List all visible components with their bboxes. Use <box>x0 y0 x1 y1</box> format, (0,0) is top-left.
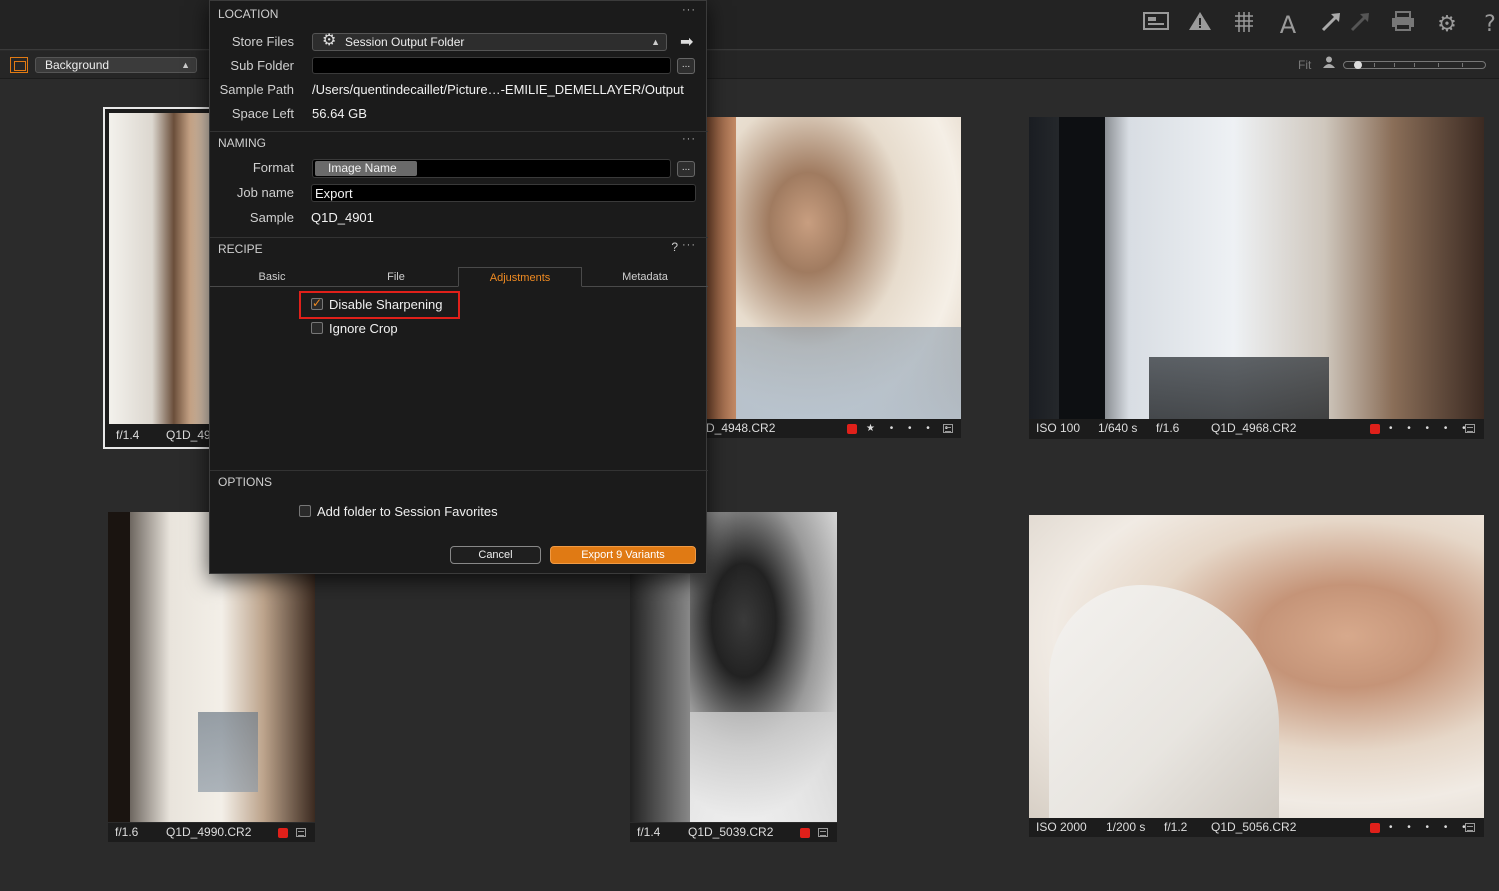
photo-image <box>706 117 961 419</box>
thumbnail-3[interactable]: ISO 100 1/640 s f/1.6 Q1D_4968.CR2 • • •… <box>1029 117 1484 439</box>
store-files-value: Session Output Folder <box>345 35 465 49</box>
aperture-label: f/1.2 <box>1164 820 1188 834</box>
job-name-field[interactable]: Export <box>311 184 696 202</box>
format-label: Format <box>252 160 294 175</box>
location-section-title: LOCATION <box>218 7 279 21</box>
naming-section-title: NAMING <box>218 136 266 150</box>
background-icon[interactable] <box>10 57 28 73</box>
add-folder-label[interactable]: Add folder to Session Favorites <box>317 504 498 519</box>
star-rating[interactable]: • • • • • <box>1389 419 1472 438</box>
arrow-right-icon[interactable]: ➡ <box>680 32 693 51</box>
chevron-updown-icon: ▲ <box>181 60 190 70</box>
tab-file[interactable]: File <box>334 267 458 287</box>
location-more-icon[interactable]: ··· <box>682 4 696 16</box>
text-annotation-icon[interactable]: A <box>1273 10 1303 40</box>
sub-folder-label: Sub Folder <box>230 58 294 73</box>
photo-image <box>109 113 217 424</box>
gear-icon[interactable]: ⚙ <box>1432 10 1462 40</box>
picker-arrow-dim-icon[interactable] <box>1345 10 1375 40</box>
tab-adjustments[interactable]: Adjustments <box>458 267 582 287</box>
background-select-label: Background <box>45 58 110 72</box>
aperture-label: f/1.4 <box>637 825 661 839</box>
tab-basic[interactable]: Basic <box>210 267 334 287</box>
chevron-updown-icon: ▲ <box>651 37 660 47</box>
aperture-label: f/1.6 <box>115 825 139 839</box>
metadata-icon[interactable] <box>1465 424 1475 433</box>
sample-path-label: Sample Path <box>219 82 294 97</box>
sample-value: Q1D_4901 <box>311 210 374 225</box>
picker-arrow-icon[interactable] <box>1316 10 1346 40</box>
warning-icon[interactable] <box>1185 10 1215 40</box>
metadata-icon[interactable] <box>818 828 828 837</box>
thumbnail-6[interactable]: ISO 2000 1/200 s f/1.2 Q1D_5056.CR2 • • … <box>1029 515 1484 837</box>
star-rating[interactable]: • • • • • <box>1389 818 1472 837</box>
color-tag-red[interactable] <box>1370 823 1380 833</box>
naming-more-icon[interactable]: ··· <box>682 133 696 145</box>
job-name-label: Job name <box>236 185 294 200</box>
sub-folder-field[interactable] <box>312 57 671 74</box>
filename-label: Q1D_5039.CR2 <box>688 825 774 839</box>
color-tag-red[interactable] <box>847 424 857 434</box>
tab-metadata[interactable]: Metadata <box>582 267 708 287</box>
background-select[interactable]: Background ▲ <box>35 57 197 73</box>
divider <box>210 131 708 132</box>
fit-label[interactable]: Fit <box>1298 58 1311 72</box>
sample-label: Sample <box>249 210 294 225</box>
layout-icon[interactable] <box>1141 10 1171 40</box>
format-token[interactable]: Image Name <box>315 161 417 176</box>
zoom-slider-knob[interactable] <box>1354 61 1362 69</box>
cancel-button[interactable]: Cancel <box>450 546 541 564</box>
add-folder-checkbox[interactable] <box>299 505 311 517</box>
filename-label: Q1D_4968.CR2 <box>1211 421 1297 435</box>
filename-label: Q1D_49 <box>166 428 211 442</box>
grid-icon[interactable] <box>1229 10 1259 40</box>
iso-label: ISO 100 <box>1036 421 1081 435</box>
disable-sharpening-checkbox[interactable] <box>311 296 323 310</box>
filename-label: Q1D_5056.CR2 <box>1211 820 1297 834</box>
recipe-more-icon[interactable]: ··· <box>682 239 696 251</box>
star-rating[interactable]: ★ • • • • <box>866 419 954 438</box>
options-section-title: OPTIONS <box>218 475 273 489</box>
photo-image <box>1029 117 1484 419</box>
help-icon[interactable]: ? <box>1475 10 1499 40</box>
thumbnail-1[interactable]: f/1.4 Q1D_49 <box>103 107 223 449</box>
export-button[interactable]: Export 9 Variants <box>550 546 696 564</box>
shutter-label: 1/200 s <box>1106 820 1146 834</box>
filename-label: Q1D_4990.CR2 <box>166 825 252 839</box>
disable-sharpening-label[interactable]: Disable Sharpening <box>329 297 442 312</box>
job-name-value: Export <box>315 186 353 201</box>
ignore-crop-label[interactable]: Ignore Crop <box>329 321 398 336</box>
filename-label: D_4948.CR2 <box>706 421 776 435</box>
ignore-crop-checkbox[interactable] <box>311 322 323 334</box>
shutter-label: 1/640 s <box>1098 421 1138 435</box>
person-icon <box>1323 56 1335 71</box>
recipe-help-icon[interactable]: ? <box>671 240 678 254</box>
metadata-icon[interactable] <box>296 828 306 837</box>
sub-folder-tokens-button[interactable]: ... <box>677 58 695 74</box>
format-tokens-button[interactable]: ... <box>677 161 695 177</box>
aperture-label: f/1.4 <box>116 428 140 442</box>
store-files-label: Store Files <box>231 34 294 49</box>
space-left-value: 56.64 GB <box>312 106 367 121</box>
sample-path-value: /Users/quentindecaillet/Picture…-EMILIE_… <box>312 82 684 97</box>
space-left-label: Space Left <box>231 106 294 121</box>
divider <box>210 470 708 471</box>
divider <box>210 237 708 238</box>
store-files-select[interactable]: ⚙ Session Output Folder ▲ <box>312 30 667 51</box>
metadata-icon[interactable] <box>943 424 953 433</box>
recipe-section-title: RECIPE <box>218 242 263 256</box>
recipe-tabs: Basic File Adjustments Metadata <box>210 267 708 287</box>
zoom-slider[interactable] <box>1343 61 1486 69</box>
export-dialog: LOCATION ··· Store Files ⚙ Session Outpu… <box>209 0 708 574</box>
aperture-label: f/1.6 <box>1156 421 1180 435</box>
print-icon[interactable] <box>1388 10 1418 40</box>
gear-icon: ⚙ <box>322 30 337 49</box>
photo-image <box>1029 515 1484 818</box>
thumbnail-2[interactable]: D_4948.CR2 ★ • • • • <box>706 117 961 438</box>
color-tag-red[interactable] <box>800 828 810 838</box>
iso-label: ISO 2000 <box>1036 820 1087 834</box>
color-tag-red[interactable] <box>278 828 288 838</box>
metadata-icon[interactable] <box>1465 823 1475 832</box>
color-tag-red[interactable] <box>1370 424 1380 434</box>
